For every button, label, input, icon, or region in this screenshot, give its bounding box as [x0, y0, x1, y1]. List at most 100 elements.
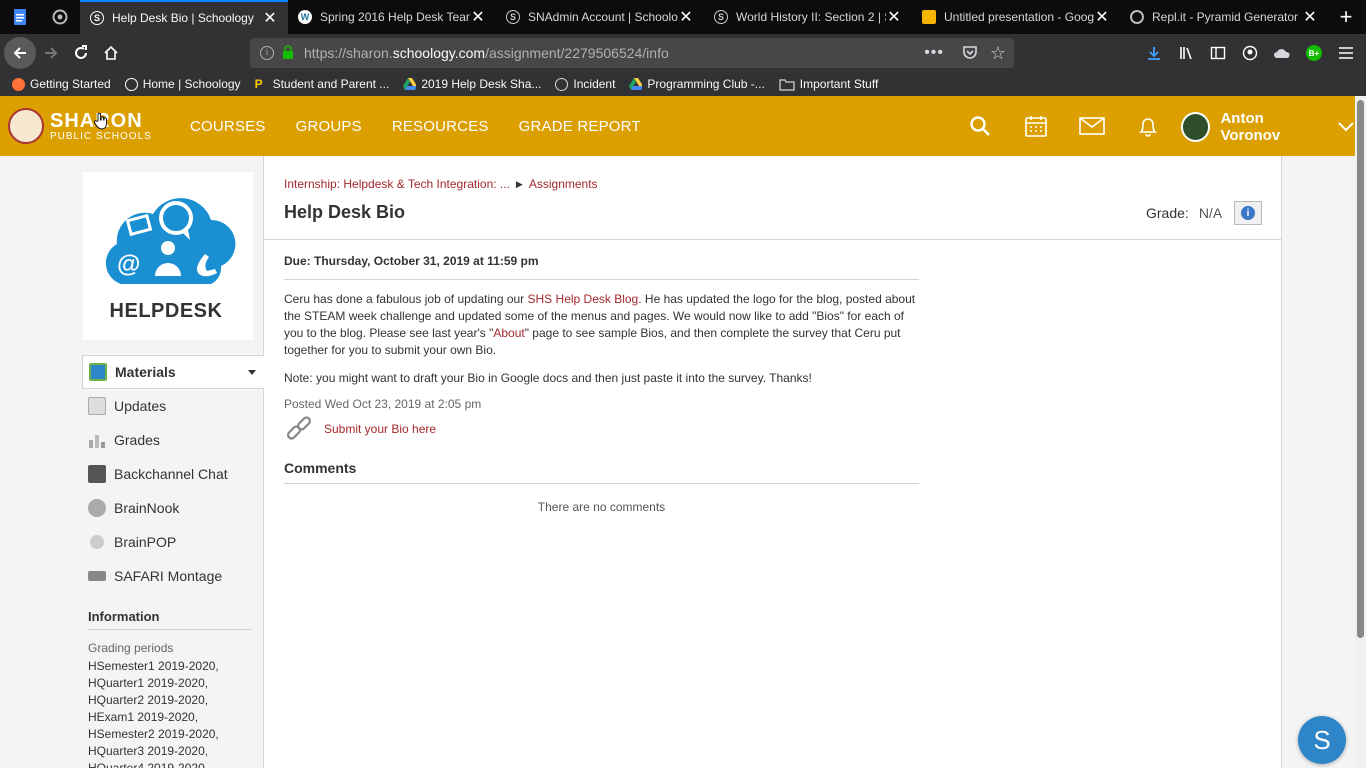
sidebar-button[interactable] — [1202, 38, 1234, 68]
course-sidebar: @ HELPDESK Materials Updates Grades Back… — [82, 156, 264, 768]
tab-world-history[interactable]: S World History II: Section 2 | Schoolog… — [704, 0, 912, 34]
site-header: SHARON PUBLIC SCHOOLS COURSES GROUPS RES… — [0, 96, 1355, 156]
bookmark-student-parent[interactable]: P Student and Parent ... — [255, 77, 390, 91]
grade-display: Grade: N/A — [1146, 205, 1222, 221]
about-link[interactable]: About — [493, 326, 524, 340]
pinned-tab-replit[interactable] — [40, 0, 80, 34]
account-button[interactable] — [1234, 38, 1266, 68]
arrow-right-icon — [45, 47, 58, 59]
sidebar-item-brainpop[interactable]: BrainPOP — [82, 525, 264, 559]
sidebar-item-safari-montage[interactable]: SAFARI Montage — [82, 559, 264, 593]
sidebar-item-brainnook[interactable]: BrainNook — [82, 491, 264, 525]
bookmark-incident[interactable]: Incident — [555, 77, 615, 91]
user-menu[interactable]: Anton Voronov — [1181, 110, 1355, 144]
grading-periods-list: HSemester1 2019-2020, HQuarter1 2019-202… — [88, 658, 219, 768]
library-icon — [1180, 47, 1192, 60]
schoology-icon: S — [506, 10, 520, 24]
close-tab-icon[interactable]: ✕ — [1094, 7, 1110, 27]
nav-groups[interactable]: GROUPS — [296, 118, 362, 135]
extension-badge-button[interactable]: B+ — [1298, 38, 1330, 68]
bookmark-home-schoology[interactable]: Home | Schoology — [124, 77, 241, 91]
grading-period: HQuarter1 2019-2020, — [88, 676, 209, 690]
home-button[interactable] — [96, 38, 126, 68]
scrollbar-thumb[interactable] — [1357, 100, 1364, 638]
bookmark-help-desk-share[interactable]: 2019 Help Desk Sha... — [403, 77, 541, 91]
schoology-icon: S — [90, 11, 104, 25]
safari-montage-icon — [88, 571, 106, 581]
chain-link-icon — [286, 416, 312, 440]
assignment-main: Internship: Helpdesk & Tech Integration:… — [264, 156, 1282, 768]
grade-info-button[interactable]: i — [1234, 201, 1262, 225]
caret-down-icon[interactable] — [248, 370, 256, 375]
bookmark-getting-started[interactable]: Getting Started — [12, 77, 111, 91]
sidebar-item-backchannel[interactable]: Backchannel Chat — [82, 457, 264, 491]
sidebar-item-materials[interactable]: Materials — [82, 355, 264, 389]
tab-spring-2016[interactable]: W Spring 2016 Help Desk Team ✕ — [288, 0, 496, 34]
avatar — [1181, 112, 1211, 142]
arrow-left-icon — [13, 47, 26, 59]
cloud-icon — [1274, 49, 1290, 58]
notifications-button[interactable] — [1132, 110, 1164, 142]
breadcrumb-course[interactable]: Internship: Helpdesk & Tech Integration:… — [284, 177, 510, 191]
close-tab-icon[interactable]: ✕ — [470, 7, 486, 27]
tab-help-desk-bio[interactable]: S Help Desk Bio | Schoology ✕ — [80, 0, 288, 34]
sidebar-icon — [1210, 46, 1226, 60]
bookmark-programming-club[interactable]: Programming Club -... — [629, 77, 765, 91]
sidebar-item-grades[interactable]: Grades — [82, 423, 264, 457]
search-button[interactable] — [964, 110, 996, 142]
due-date: Due: Thursday, October 31, 2019 at 11:59… — [284, 254, 919, 280]
posted-date: Posted Wed Oct 23, 2019 at 2:05 pm — [284, 397, 482, 411]
wordpress-icon: W — [298, 10, 312, 24]
blog-link[interactable]: SHS Help Desk Blog. — [528, 292, 642, 306]
extension-cloud-button[interactable] — [1266, 38, 1298, 68]
globe-icon — [555, 77, 569, 91]
nav-courses[interactable]: COURSES — [190, 118, 266, 135]
pinned-tab-docs[interactable] — [0, 0, 40, 34]
info-icon: i — [1241, 206, 1255, 220]
new-tab-button[interactable]: + — [1328, 0, 1364, 34]
bookmark-folder-important[interactable]: Important Stuff — [779, 77, 878, 91]
close-tab-icon[interactable]: ✕ — [678, 7, 694, 27]
breadcrumb-assignments[interactable]: Assignments — [529, 177, 598, 191]
url-bar[interactable]: i https://sharon. schoology.com/assignmen… — [250, 38, 1014, 68]
comments-heading: Comments — [284, 460, 919, 484]
tab-snadmin[interactable]: S SNAdmin Account | Schoology ✕ — [496, 0, 704, 34]
submit-bio-link[interactable]: Submit your Bio here — [324, 422, 436, 436]
info-icon[interactable]: i — [260, 46, 274, 60]
note-paragraph: Note: you might want to draft your Bio i… — [284, 371, 812, 385]
extension-badge: B+ — [1306, 45, 1322, 61]
bell-icon — [1139, 118, 1157, 137]
nav-grade-report[interactable]: GRADE REPORT — [519, 118, 641, 135]
grading-period: HQuarter2 2019-2020, — [88, 693, 209, 707]
nav-resources[interactable]: RESOURCES — [392, 118, 489, 135]
course-image-text: HELPDESK — [109, 300, 223, 322]
pocket-icon[interactable] — [962, 44, 978, 63]
school-logo[interactable]: SHARON PUBLIC SCHOOLS — [8, 108, 152, 144]
grade-label: Grade: — [1146, 205, 1189, 221]
home-icon — [104, 45, 118, 60]
url-path: /assignment/2279506524/info — [485, 45, 669, 61]
tab-replit[interactable]: Repl.it - Pyramid Generator ✕ — [1120, 0, 1328, 34]
grade-value: N/A — [1198, 205, 1223, 221]
tab-google-slides[interactable]: Untitled presentation - Google Slides ✕ — [912, 0, 1120, 34]
back-button[interactable] — [4, 37, 36, 69]
schoology-help-button[interactable]: S — [1298, 716, 1346, 764]
updates-icon — [88, 397, 106, 415]
downloads-button[interactable] — [1138, 38, 1170, 68]
grading-period: HExam1 2019-2020, — [88, 710, 199, 724]
grades-icon — [89, 435, 105, 448]
calendar-button[interactable] — [1020, 110, 1052, 142]
bookmark-star-icon[interactable]: ☆ — [990, 43, 1006, 64]
page-actions-icon[interactable]: ••• — [924, 44, 944, 62]
menu-button[interactable] — [1330, 38, 1362, 68]
messages-button[interactable] — [1076, 110, 1108, 142]
page-scrollbar[interactable] — [1355, 96, 1366, 768]
library-button[interactable] — [1170, 38, 1202, 68]
brainpop-icon — [90, 535, 104, 549]
close-tab-icon[interactable]: ✕ — [886, 7, 902, 27]
reload-button[interactable] — [66, 38, 96, 68]
forward-button[interactable] — [36, 38, 66, 68]
sidebar-item-updates[interactable]: Updates — [82, 389, 264, 423]
close-tab-icon[interactable]: ✕ — [262, 8, 278, 28]
close-tab-icon[interactable]: ✕ — [1302, 7, 1318, 27]
